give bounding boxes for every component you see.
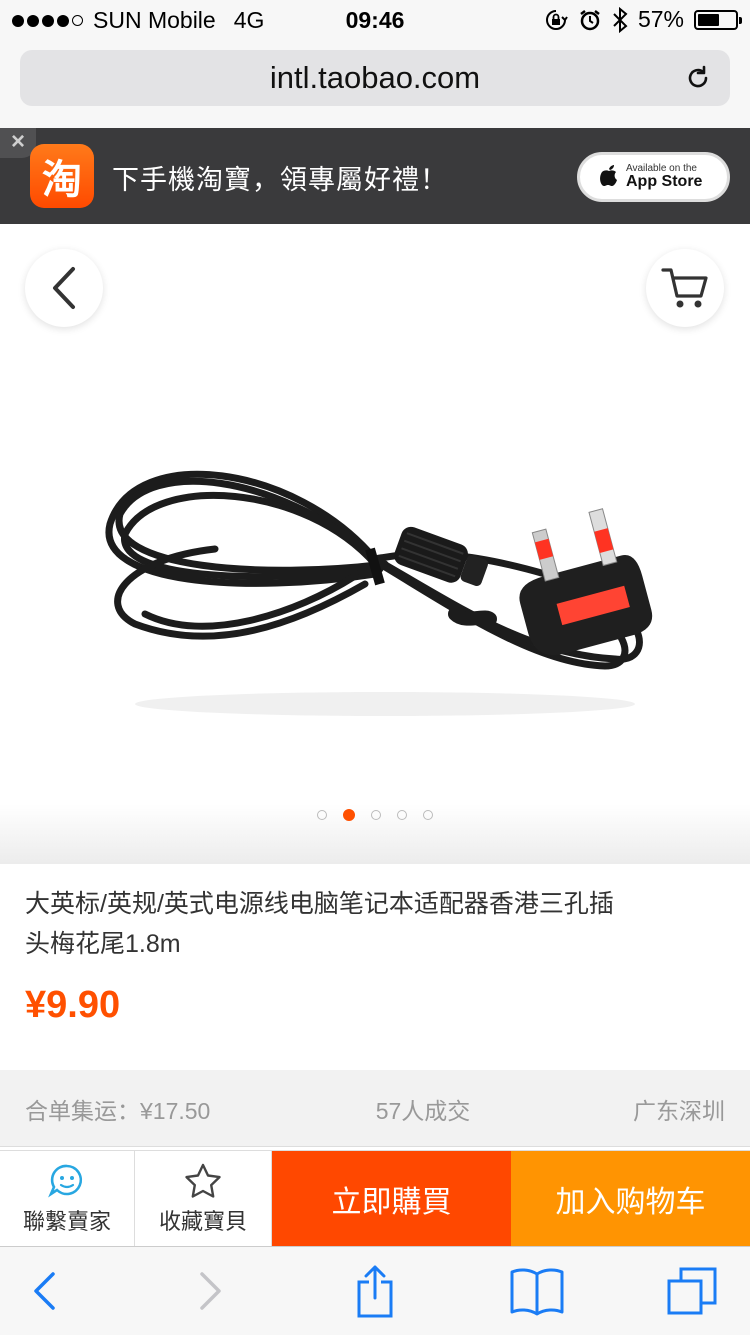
alarm-icon xyxy=(580,9,600,30)
product-gallery[interactable] xyxy=(0,224,750,864)
status-bar: SUN Mobile 4G 09:46 57% xyxy=(0,0,750,42)
battery-icon xyxy=(694,9,742,30)
add-to-cart-button[interactable]: 加入购物车 xyxy=(511,1151,750,1247)
share-button[interactable] xyxy=(347,1263,403,1319)
network-type: 4G xyxy=(233,7,265,33)
gallery-dot[interactable] xyxy=(423,810,433,820)
share-icon xyxy=(357,1265,393,1318)
product-info: 大英标/英规/英式电源线电脑笔记本适配器香港三孔插头梅花尾1.8m ¥9.90 xyxy=(0,864,750,1070)
banner-message: 下手機淘寶，領專屬好禮！ xyxy=(112,165,448,195)
browser-toolbar xyxy=(0,1246,750,1335)
chat-icon xyxy=(48,1164,83,1198)
tabs-button[interactable] xyxy=(664,1263,720,1319)
contact-seller-label: 聯繫賣家 xyxy=(22,1209,111,1234)
favorite-button[interactable]: 收藏寶貝 xyxy=(135,1151,272,1247)
product-meta: 合单集运：¥17.50 57人成交 广东深圳 xyxy=(0,1070,750,1147)
battery-percent: 57% xyxy=(637,6,684,32)
gallery-dot[interactable] xyxy=(317,810,327,820)
gallery-dot[interactable] xyxy=(371,810,381,820)
gallery-pagination[interactable] xyxy=(0,809,750,821)
gallery-dot[interactable] xyxy=(397,810,407,820)
signal-strength-icon xyxy=(12,14,83,27)
reload-icon[interactable] xyxy=(684,64,712,92)
star-icon xyxy=(185,1163,221,1198)
favorite-label: 收藏寶貝 xyxy=(158,1209,247,1234)
purchase-action-bar: 聯繫賣家 收藏寶貝 立即購買 加入购物车 xyxy=(0,1150,750,1247)
chevron-left-icon xyxy=(53,267,75,309)
rotation-lock-icon xyxy=(545,9,568,30)
browser-back-button[interactable] xyxy=(16,1263,72,1319)
browser-forward-button[interactable] xyxy=(183,1263,239,1319)
app-store-text: Available on the App Store xyxy=(626,164,702,190)
bluetooth-icon xyxy=(613,6,628,33)
url-field[interactable]: intl.taobao.com xyxy=(20,50,730,106)
chevron-right-icon xyxy=(200,1272,221,1310)
cart-button[interactable] xyxy=(646,249,724,327)
browser-address-bar: intl.taobao.com xyxy=(0,42,750,128)
seller-location: 广东深圳 xyxy=(633,1098,725,1124)
apple-icon xyxy=(598,162,620,193)
status-left: SUN Mobile 4G xyxy=(12,7,264,34)
book-icon xyxy=(510,1268,564,1316)
battery-fill xyxy=(698,13,719,26)
tabs-icon xyxy=(667,1267,717,1315)
app-download-banner[interactable]: × 淘 下手機淘寶，領專屬好禮！ Available on the App St… xyxy=(0,128,750,224)
url-text: intl.taobao.com xyxy=(269,60,481,95)
status-right: 57% xyxy=(544,6,742,33)
app-store-button[interactable]: Available on the App Store xyxy=(577,152,730,202)
gallery-dot[interactable] xyxy=(343,809,355,821)
buy-now-button[interactable]: 立即購買 xyxy=(272,1151,511,1247)
contact-seller-button[interactable]: 聯繫賣家 xyxy=(0,1151,135,1247)
taobao-app-logo: 淘 xyxy=(30,144,94,208)
product-image xyxy=(105,470,653,716)
shopping-cart-icon xyxy=(661,268,708,308)
product-title: 大英标/英规/英式电源线电脑笔记本适配器香港三孔插头梅花尾1.8m xyxy=(25,890,614,958)
bookmarks-button[interactable] xyxy=(505,1263,569,1319)
back-button[interactable] xyxy=(25,249,103,327)
chevron-left-icon xyxy=(34,1272,55,1310)
carrier-name: SUN Mobile xyxy=(93,7,216,33)
product-price: ¥9.90 xyxy=(25,984,121,1026)
app-store-big-text: App Store xyxy=(626,173,703,190)
